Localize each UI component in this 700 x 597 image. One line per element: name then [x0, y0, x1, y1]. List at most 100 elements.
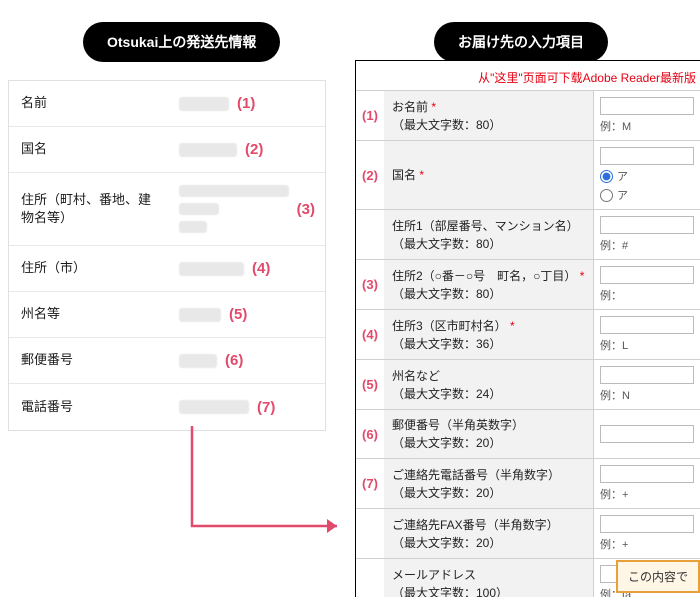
form-row: (5)州名など （最大文字数：24）例：N [356, 359, 700, 409]
field-max: （最大文字数：100） [392, 584, 585, 597]
field-max: （最大文字数：20） [392, 534, 585, 552]
row-value: (3) [169, 173, 325, 245]
form-field-hint: 例：+ [594, 509, 700, 558]
form-field-label: お名前 *（最大文字数：80） [384, 91, 594, 140]
row-label: 名前 [9, 82, 169, 124]
form-field-label: ご連絡先電話番号（半角数字） （最大文字数：20） [384, 459, 594, 508]
field-title: 住所3（区市町村名） * [392, 317, 585, 335]
hint-text: 例：M [600, 118, 694, 134]
form-field-hint [594, 410, 700, 458]
form-row: (2)国名 * ア ア [356, 140, 700, 209]
row-number: (2) [245, 141, 263, 158]
blurred-value [179, 221, 207, 233]
radio-input[interactable] [600, 189, 613, 202]
form-row-number: (5) [356, 360, 384, 409]
hint-text: 例： [600, 287, 694, 303]
form-row-number: (7) [356, 459, 384, 508]
form-field-label: ご連絡先FAX番号（半角数字） （最大文字数：20） [384, 509, 594, 558]
hint-text: 例：+ [600, 536, 694, 552]
row-label: 住所（町村、番地、建物名等） [9, 179, 169, 239]
field-title: メールアドレス [392, 566, 585, 584]
form-row-number: (2) [356, 141, 384, 209]
row-value: (2) [169, 129, 325, 170]
form-row: (6)郵便番号（半角英数字） （最大文字数：20） [356, 409, 700, 458]
required-mark: * [580, 269, 585, 283]
field-max: （最大文字数：20） [392, 484, 585, 502]
field-title: お名前 * [392, 98, 585, 116]
text-input[interactable] [600, 97, 694, 115]
row-number: (7) [257, 399, 275, 416]
field-max: （最大文字数：20） [392, 434, 585, 452]
blurred-value [179, 400, 249, 414]
table-row: 州名等 (5) [9, 292, 325, 338]
blurred-value [179, 354, 217, 368]
form-row-number [356, 509, 384, 558]
required-mark: * [419, 168, 424, 182]
table-row: 電話番号 (7) [9, 384, 325, 430]
row-label: 電話番号 [9, 386, 169, 428]
confirm-button[interactable]: この内容で [616, 560, 700, 593]
form-field-label: 州名など （最大文字数：24） [384, 360, 594, 409]
row-label: 郵便番号 [9, 339, 169, 381]
blurred-value [179, 185, 289, 197]
field-title: 郵便番号（半角英数字） [392, 416, 585, 434]
row-number: (5) [229, 306, 247, 323]
table-row: 住所（市） (4) [9, 246, 325, 292]
right-header-pill: お届け先の入力項目 [434, 22, 608, 62]
form-field-hint: 例：# [594, 210, 700, 259]
text-input[interactable] [600, 266, 694, 284]
form-field-hint: 例：N [594, 360, 700, 409]
left-header-pill: Otsukai上の発送先情報 [83, 22, 280, 62]
row-value: (5) [169, 294, 325, 335]
form-field-label: 住所3（区市町村名） *（最大文字数：36） [384, 310, 594, 359]
hint-text: 例：+ [600, 486, 694, 502]
field-title: ご連絡先FAX番号（半角数字） [392, 516, 585, 534]
field-title: 州名など [392, 367, 585, 385]
form-row: (7)ご連絡先電話番号（半角数字） （最大文字数：20） 例：+ [356, 458, 700, 508]
hint-text: 例：# [600, 237, 694, 253]
table-row: 郵便番号 (6) [9, 338, 325, 384]
hint-text: 例：L [600, 337, 694, 353]
text-input[interactable] [600, 425, 694, 443]
table-row: 住所（町村、番地、建物名等） (3) [9, 173, 325, 246]
text-input[interactable] [600, 515, 694, 533]
mapping-arrow-icon [182, 426, 357, 566]
field-max: （最大文字数：24） [392, 385, 585, 403]
form-field-hint: 例：M [594, 91, 700, 140]
text-input[interactable] [600, 147, 694, 165]
form-field-label: 住所2（○番－○号 町名，○丁目） *（最大文字数：80） [384, 260, 594, 309]
radio-option[interactable]: ア [600, 187, 694, 203]
row-value: (6) [169, 340, 325, 381]
shipping-info-table: 名前 (1) 国名 (2) 住所（町村、番地、建物名等） (3) 住所（市） (… [8, 80, 326, 431]
text-input[interactable] [600, 465, 694, 483]
row-value: (4) [169, 248, 325, 289]
row-label: 州名等 [9, 293, 169, 335]
form-row-number [356, 559, 384, 597]
row-number: (3) [297, 201, 315, 218]
blurred-value [179, 203, 219, 215]
form-row-number: (3) [356, 260, 384, 309]
required-mark: * [510, 319, 515, 333]
required-mark: * [431, 100, 436, 114]
field-max: （最大文字数：80） [392, 116, 585, 134]
row-number: (4) [252, 260, 270, 277]
form-row: (4)住所3（区市町村名） *（最大文字数：36）例：L [356, 309, 700, 359]
form-field-hint: 例： [594, 260, 700, 309]
hint-text: 例：N [600, 387, 694, 403]
text-input[interactable] [600, 366, 694, 384]
form-field-label: 郵便番号（半角英数字） （最大文字数：20） [384, 410, 594, 458]
row-number: (6) [225, 352, 243, 369]
form-field-hint: 例：L [594, 310, 700, 359]
form-row: (3)住所2（○番－○号 町名，○丁目） *（最大文字数：80） 例： [356, 259, 700, 309]
delivery-form-panel: 从"这里"页面可下载Adobe Reader最新版 (1)お名前 *（最大文字数… [355, 60, 700, 597]
blurred-value [179, 97, 229, 111]
text-input[interactable] [600, 316, 694, 334]
text-input[interactable] [600, 216, 694, 234]
form-row: 住所1（部屋番号、マンション名） （最大文字数：80） 例：# [356, 209, 700, 259]
field-title: 住所1（部屋番号、マンション名） [392, 217, 585, 235]
form-row-number [356, 210, 384, 259]
form-field-label: 住所1（部屋番号、マンション名） （最大文字数：80） [384, 210, 594, 259]
row-value: (7) [169, 387, 325, 428]
radio-option[interactable]: ア [600, 168, 694, 184]
radio-input[interactable] [600, 170, 613, 183]
